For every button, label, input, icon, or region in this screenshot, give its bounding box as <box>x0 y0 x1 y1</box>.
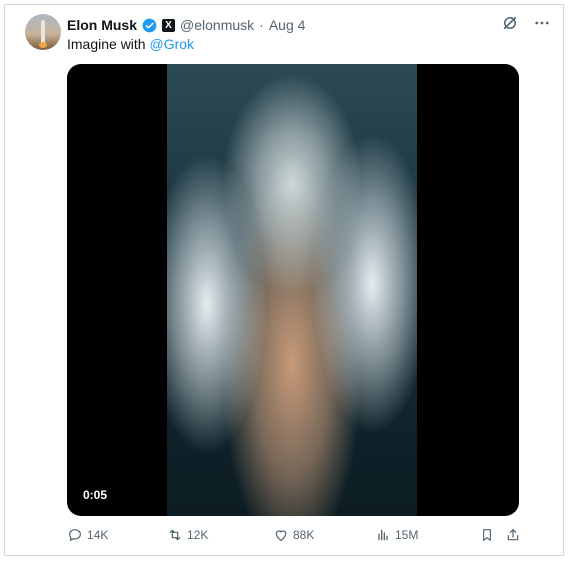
separator-dot: · <box>259 17 264 33</box>
reply-icon <box>69 529 81 541</box>
bookmark-icon <box>483 529 491 541</box>
tweet-card: Elon Musk X @elonmusk · Aug 4 Imagine wi… <box>4 4 564 556</box>
share-button[interactable] <box>505 527 521 543</box>
author-name[interactable]: Elon Musk <box>67 17 137 33</box>
rocket-glyph <box>41 20 45 44</box>
like-button[interactable]: 88K <box>273 527 314 543</box>
header-actions <box>501 14 551 32</box>
share-icon <box>507 529 519 541</box>
reply-count: 14K <box>87 528 109 542</box>
video-poster <box>167 64 417 516</box>
video-duration: 0:05 <box>83 488 108 502</box>
tweet-date[interactable]: Aug 4 <box>269 17 306 33</box>
like-count: 88K <box>293 528 315 542</box>
tweet-text: Imagine with @Grok <box>67 36 194 52</box>
retweet-count: 12K <box>187 528 209 542</box>
video-player[interactable]: 0:05 <box>67 64 519 516</box>
bookmark-button[interactable] <box>479 527 495 543</box>
views-count: 15M <box>395 528 419 542</box>
grok-icon[interactable] <box>501 14 519 32</box>
tweet-header: Elon Musk X @elonmusk · Aug 4 <box>67 14 551 36</box>
action-bar: 14K 12K 88K 15M <box>67 526 523 544</box>
views-icon <box>378 529 388 541</box>
retweet-icon <box>169 529 181 541</box>
tweet: Elon Musk X @elonmusk · Aug 4 Imagine wi… <box>5 5 563 555</box>
like-icon <box>275 530 287 541</box>
avatar[interactable] <box>25 14 61 50</box>
x-affiliate-icon: X <box>162 18 176 32</box>
verified-badge-icon <box>142 18 157 32</box>
more-icon[interactable] <box>533 14 551 32</box>
mention-link[interactable]: @Grok <box>149 36 194 52</box>
flame-glyph <box>39 42 47 48</box>
retweet-button[interactable]: 12K <box>167 527 208 543</box>
reply-button[interactable]: 14K <box>67 527 108 543</box>
views-button[interactable]: 15M <box>375 527 418 543</box>
author-handle[interactable]: @elonmusk <box>180 17 254 33</box>
tweet-text-body: Imagine with <box>67 36 150 52</box>
